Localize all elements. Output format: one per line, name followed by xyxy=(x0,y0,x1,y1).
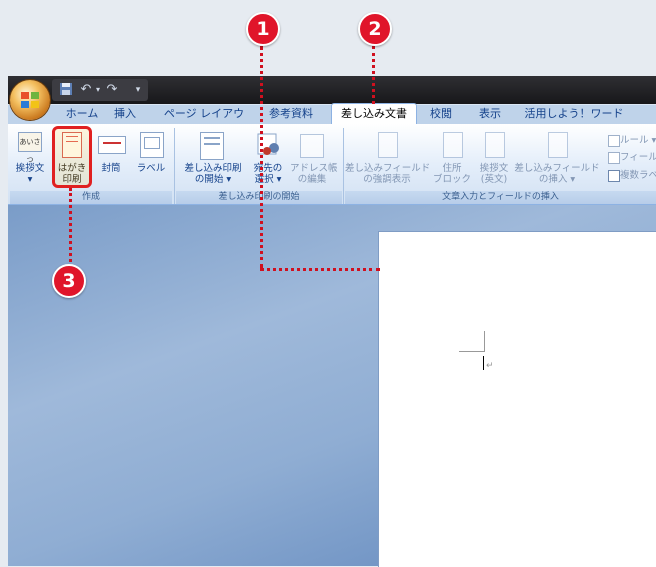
group-separator xyxy=(343,128,344,204)
update-labels-icon xyxy=(608,170,620,182)
tab-view[interactable]: 表示 xyxy=(475,104,505,124)
tab-references[interactable]: 参考資料 xyxy=(265,104,317,124)
edit-address-book-button[interactable]: アドレス帳 xyxy=(290,163,338,174)
office-logo-icon xyxy=(21,92,39,108)
address-block-button[interactable]: 住所 xyxy=(430,163,474,174)
greeting-line-icon xyxy=(485,132,505,158)
insert-merge-field-label-line2: の挿入 ▾ xyxy=(538,174,576,185)
text-cursor xyxy=(483,356,484,370)
callout-line-1-horizontal xyxy=(260,268,380,271)
tab-mailings[interactable]: 差し込み文書 xyxy=(331,103,417,126)
callout-line-3 xyxy=(69,188,72,262)
save-icon[interactable] xyxy=(58,82,74,98)
select-recipients-button[interactable]: 宛先の xyxy=(248,163,288,174)
tab-insert[interactable]: 挿入 xyxy=(110,104,140,124)
greeting-dropdown-icon[interactable]: ▾ xyxy=(10,174,50,185)
rules-icon xyxy=(608,135,620,147)
label-button[interactable]: ラベル xyxy=(134,163,168,174)
callout-badge-1: 1 xyxy=(246,12,280,46)
highlight-merge-fields-label-line2: の強調表示 xyxy=(363,174,411,185)
tab-review[interactable]: 校閲 xyxy=(426,104,456,124)
insert-merge-field-icon xyxy=(548,132,568,158)
group-label-start-merge: 差し込み印刷の開始 xyxy=(176,191,342,204)
rules-button[interactable]: ルール ▾ xyxy=(620,135,656,146)
redo-icon[interactable]: ↷ xyxy=(104,82,120,98)
callout-line-2 xyxy=(372,46,375,104)
address-block-label-line2: ブロック xyxy=(432,174,471,185)
match-fields-icon xyxy=(608,152,620,164)
greeting-button[interactable]: 挨拶文 xyxy=(10,163,50,174)
margin-corner-mark xyxy=(459,351,485,352)
start-mail-merge-button[interactable]: 差し込み印刷 xyxy=(180,163,246,174)
group-label-insert-fields: 文章入力とフィールドの挿入 xyxy=(345,191,656,204)
greeting-line-label-line2: (英文) xyxy=(480,174,508,185)
envelope-button[interactable]: 封筒 xyxy=(94,163,128,174)
label-icon xyxy=(140,132,164,158)
margin-corner-mark xyxy=(484,331,485,351)
tab-home[interactable]: ホーム xyxy=(62,104,102,124)
start-mail-merge-label-line2: の開始 ▾ xyxy=(194,174,232,185)
highlight-fields-icon xyxy=(378,132,398,158)
insert-merge-field-button[interactable]: 差し込みフィールド xyxy=(514,163,600,174)
greeting-card-icon: あいさつ xyxy=(18,132,42,164)
callout-badge-3: 3 xyxy=(52,264,86,298)
group-separator xyxy=(174,128,175,204)
paragraph-mark-icon: ↵ xyxy=(486,361,494,371)
callout-line-1-vertical xyxy=(260,46,263,268)
document-page[interactable] xyxy=(378,231,656,567)
start-merge-icon xyxy=(200,132,224,160)
envelope-icon xyxy=(98,136,126,154)
select-recipients-label-line2: 選択 ▾ xyxy=(254,174,282,185)
edit-address-book-icon xyxy=(300,134,324,158)
tab-word-tips[interactable]: 活用しよう！ワード xyxy=(524,104,624,124)
address-block-icon xyxy=(443,132,463,158)
callout-badge-2: 2 xyxy=(358,12,392,46)
update-labels-button[interactable]: 複数ラベ xyxy=(620,170,656,181)
tab-page-layout[interactable]: ページ レイアウト xyxy=(162,104,246,140)
office-button[interactable] xyxy=(10,80,50,120)
greeting-line-button[interactable]: 挨拶文 xyxy=(474,163,514,174)
postcard-print-highlight xyxy=(52,126,92,188)
group-label-create: 作成 xyxy=(10,191,172,204)
highlight-merge-fields-button[interactable]: 差し込みフィールド xyxy=(345,163,430,174)
dropdown-icon[interactable]: ▾ xyxy=(130,82,146,98)
edit-address-book-label-line2: の編集 xyxy=(297,174,327,185)
match-fields-button[interactable]: フィールド xyxy=(620,152,656,163)
